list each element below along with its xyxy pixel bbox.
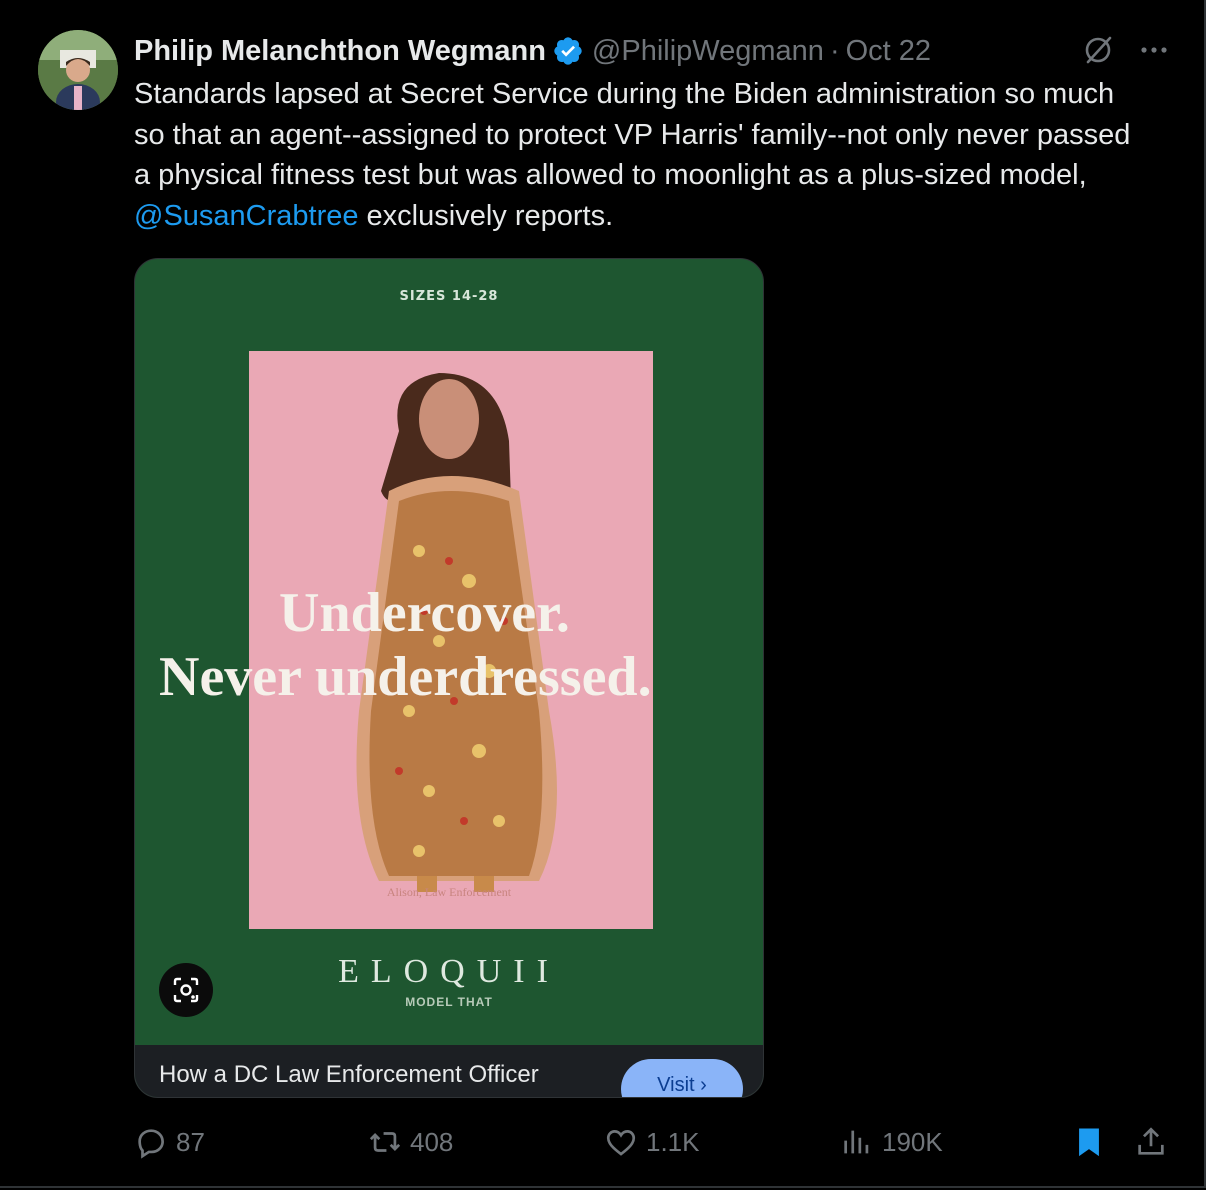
ad-sizes-label: SIZES 14-28: [399, 289, 499, 304]
tweet-date[interactable]: Oct 22: [846, 35, 931, 68]
tweet-text-end: exclusively reports.: [358, 199, 614, 232]
repost-button[interactable]: 408: [368, 1120, 453, 1164]
like-button[interactable]: 1.1K: [604, 1120, 700, 1164]
ad-caption: Alison, Law Enforcement: [386, 885, 512, 899]
like-count: 1.1K: [646, 1126, 700, 1157]
reply-button[interactable]: 87: [134, 1120, 205, 1164]
tweet-text-body: Standards lapsed at Secret Service durin…: [134, 78, 1131, 191]
repost-icon: [369, 1132, 401, 1152]
bookmark-icon: [1079, 1128, 1099, 1157]
more-icon[interactable]: [1136, 32, 1172, 68]
verified-badge-icon: [554, 37, 582, 65]
avatar[interactable]: [38, 30, 118, 110]
visit-button[interactable]: Visit ›: [621, 1059, 743, 1097]
mention-link[interactable]: @SusanCrabtree: [134, 200, 359, 232]
repost-count: 408: [410, 1126, 454, 1157]
bookmark-button[interactable]: [1072, 1120, 1114, 1164]
card-footer[interactable]: How a DC Law Enforcement Officer Visit ›: [135, 1045, 763, 1097]
tweet-container: Philip Melanchthon Wegmann @PhilipWegman…: [0, 0, 1206, 1188]
share-button[interactable]: [1134, 1120, 1176, 1164]
image-search-icon[interactable]: [159, 963, 213, 1017]
tweet-header: Philip Melanchthon Wegmann @PhilipWegman…: [134, 30, 931, 72]
like-icon: [606, 1130, 636, 1156]
card-title[interactable]: How a DC Law Enforcement Officer: [159, 1061, 539, 1089]
author-name[interactable]: Philip Melanchthon Wegmann: [134, 35, 546, 68]
views-count: 190K: [882, 1126, 943, 1157]
ad-brand-tagline: MODEL THAT: [405, 995, 493, 1009]
tweet-text: Standards lapsed at Secret Service durin…: [134, 74, 1144, 236]
grok-icon[interactable]: [1080, 32, 1116, 68]
action-bar: 87 408 1.1K 190K: [134, 1120, 1174, 1164]
separator-dot: ·: [829, 34, 840, 67]
ad-headline-line2: Never underdressed.: [159, 646, 652, 708]
share-icon: [1138, 1127, 1164, 1155]
ad-brand-logo: ELOQUII: [338, 953, 560, 990]
reply-icon: [138, 1129, 164, 1159]
views-button[interactable]: 190K: [840, 1120, 943, 1164]
link-card[interactable]: SIZES 14-28 Undercover. Never underdress…: [134, 258, 764, 1098]
author-handle[interactable]: @PhilipWegmann: [592, 35, 824, 68]
reply-count: 87: [176, 1126, 205, 1157]
ad-headline-line1: Undercover.: [279, 582, 570, 644]
views-icon: [844, 1130, 869, 1154]
